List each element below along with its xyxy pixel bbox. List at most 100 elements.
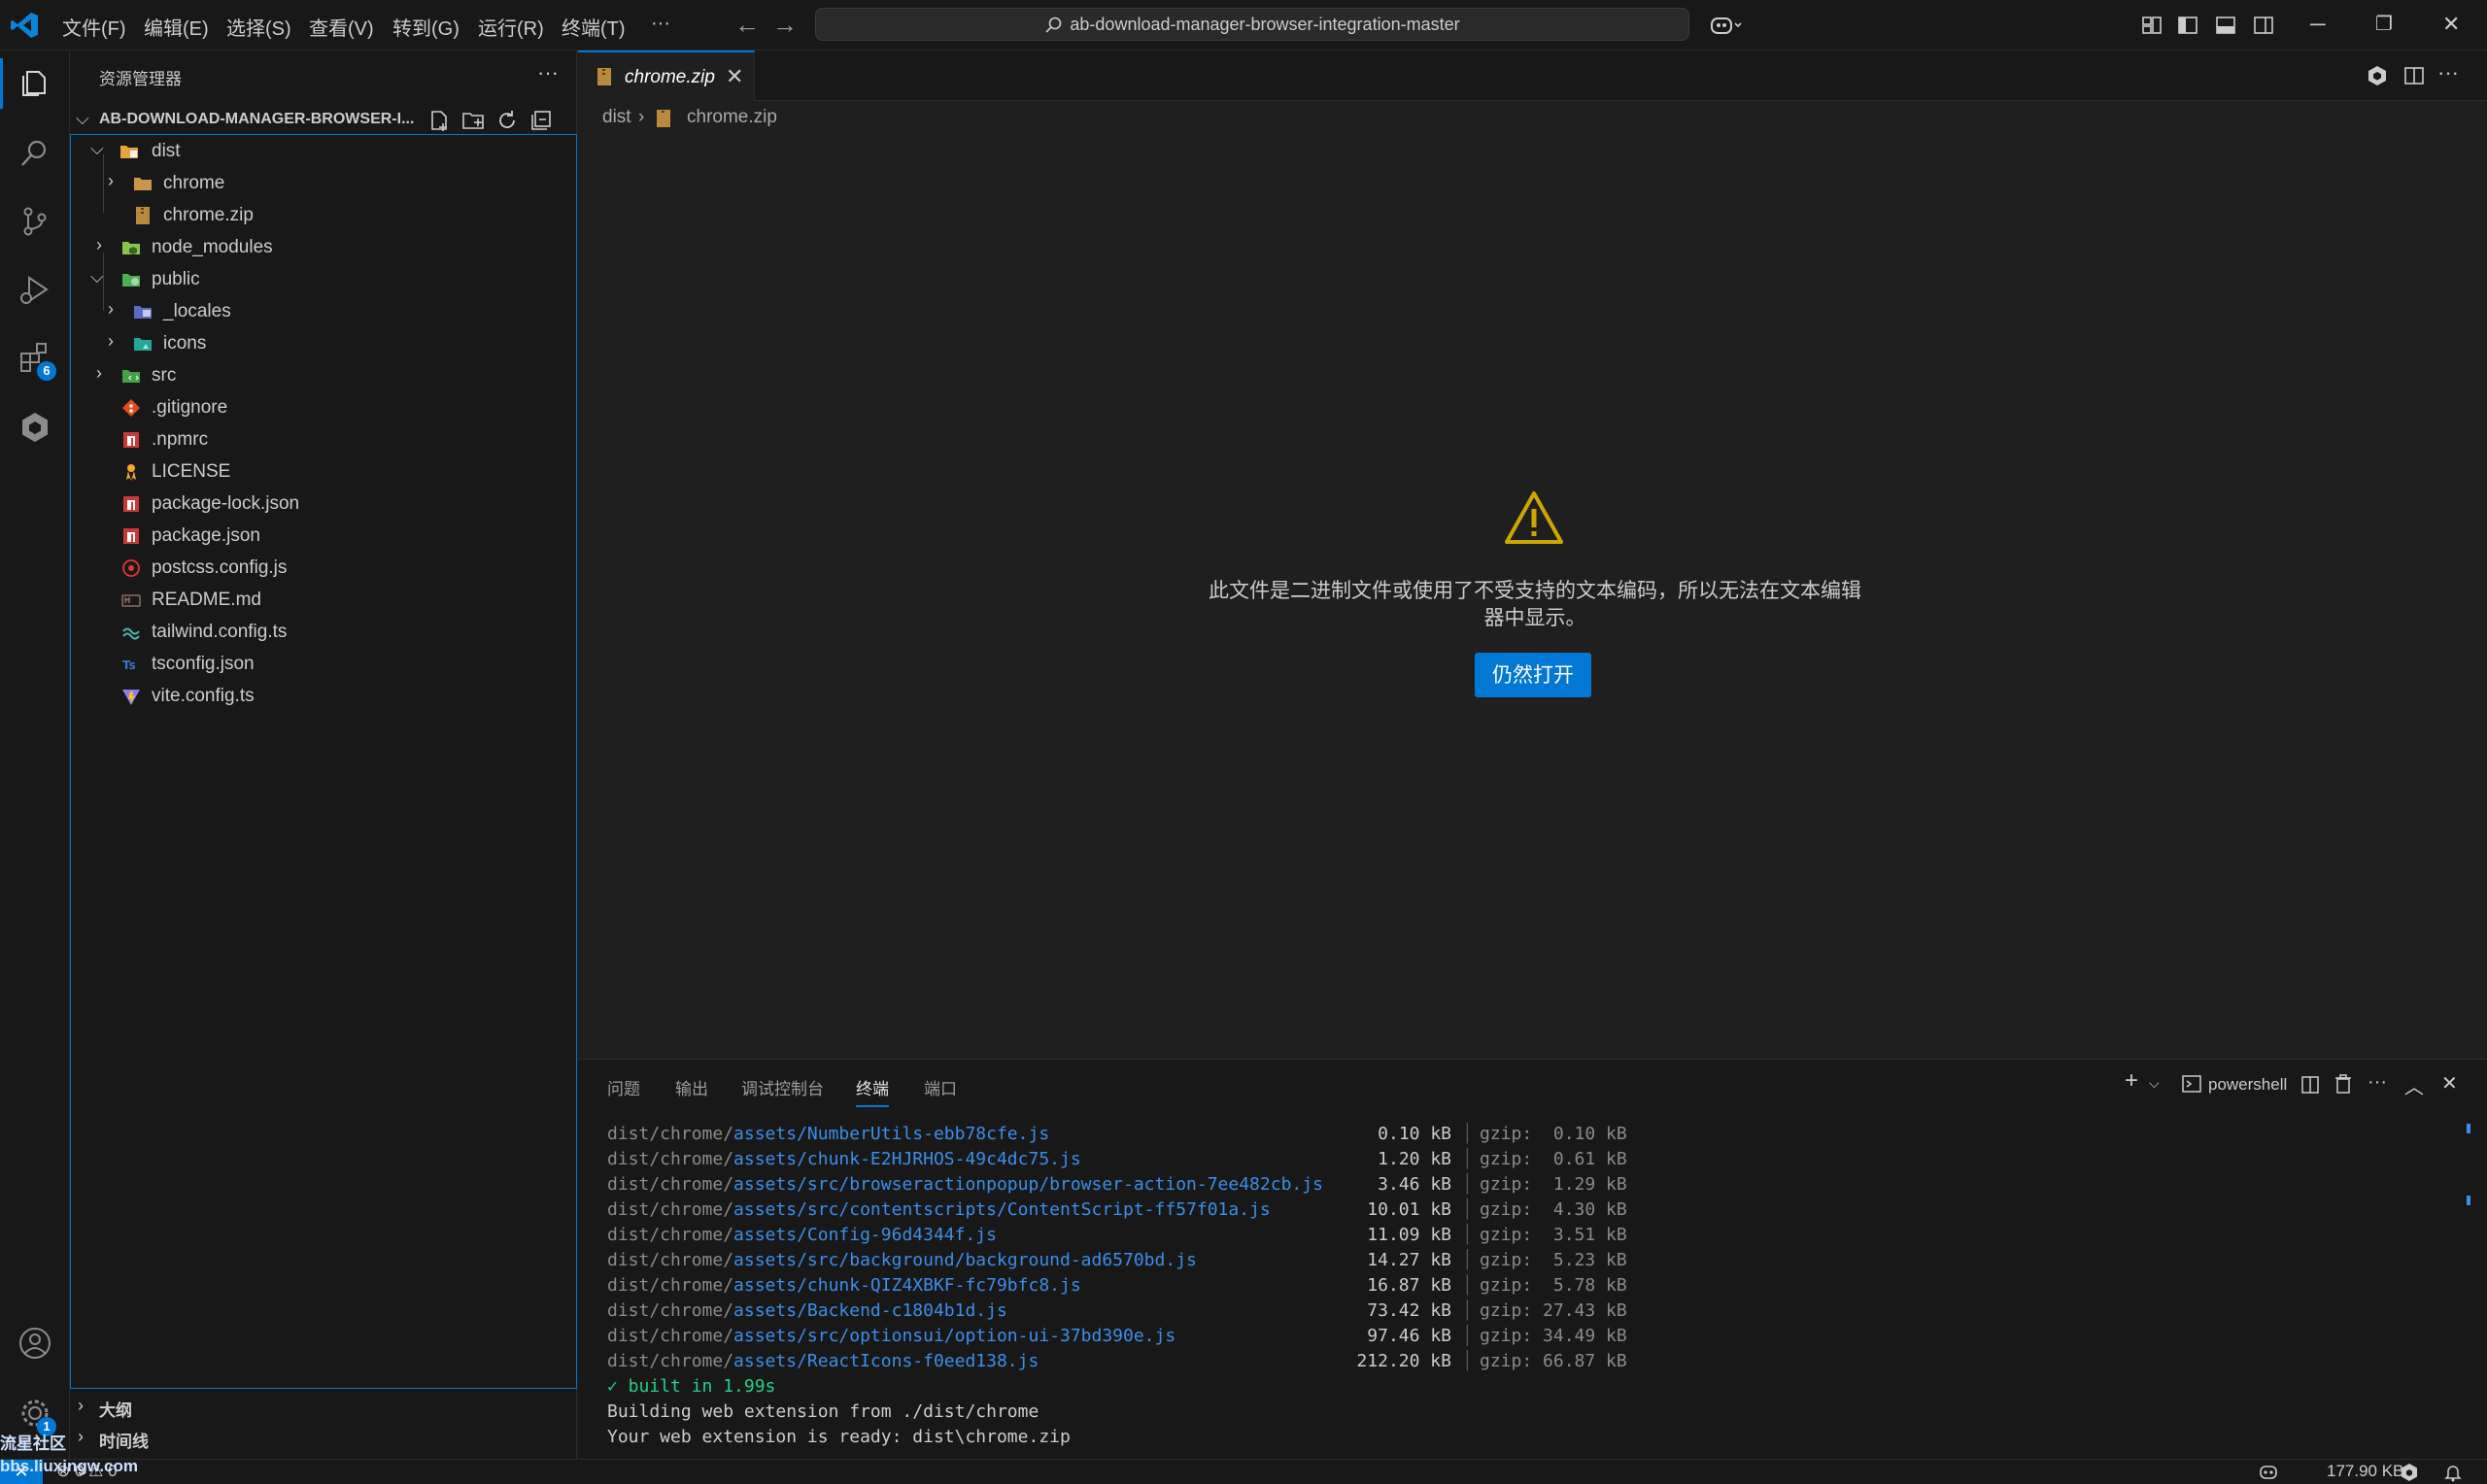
open-anyway-button[interactable]: 仍然打开: [1475, 653, 1591, 697]
copilot-status-icon[interactable]: [2259, 1463, 2278, 1482]
tree-item-label: tsconfig.json: [152, 654, 255, 674]
menu-view[interactable]: 查看(V): [309, 13, 374, 41]
timeline-title: 时间线: [99, 1433, 149, 1451]
forward-arrow-icon[interactable]: →: [772, 10, 798, 40]
toggle-primary-sidebar-icon[interactable]: [2176, 14, 2199, 37]
folder-dist-open-icon: [120, 146, 138, 158]
split-terminal-icon[interactable]: [2300, 1074, 2321, 1096]
tree-item-src[interactable]: › src: [71, 359, 576, 391]
tab-terminal[interactable]: 终端: [856, 1075, 889, 1107]
command-center-search[interactable]: ab-download-manager-browser-integration-…: [815, 8, 1689, 41]
npm-icon: [123, 528, 139, 544]
close-window-icon[interactable]: ✕: [2442, 12, 2460, 37]
remote-hexagon-icon[interactable]: [17, 410, 52, 445]
tree-item-locales[interactable]: › _locales: [71, 295, 576, 327]
explorer-more-icon[interactable]: ···: [537, 60, 559, 85]
tree-item-chrome[interactable]: › chrome: [71, 167, 576, 199]
new-terminal-icon[interactable]: +: [2125, 1067, 2138, 1095]
hexagon-action-icon[interactable]: [2366, 64, 2389, 87]
terminal-shell-name[interactable]: powershell: [2208, 1075, 2287, 1095]
tree-item-node-modules[interactable]: › node_modules: [71, 231, 576, 263]
toggle-panel-icon[interactable]: [2214, 14, 2237, 37]
trash-icon[interactable]: [2333, 1073, 2354, 1095]
svg-text:Ts: Ts: [122, 658, 136, 672]
tree-item-gitignore[interactable]: .gitignore: [71, 391, 576, 423]
outline-section[interactable]: › 大纲: [70, 1391, 577, 1422]
run-debug-icon[interactable]: [17, 272, 52, 307]
watermark-text: 流星社区: [0, 1434, 66, 1453]
copilot-icon[interactable]: [1710, 14, 1743, 37]
back-arrow-icon[interactable]: ←: [734, 10, 760, 40]
npm-icon: [123, 496, 139, 512]
tab-chrome-zip[interactable]: chrome.zip ✕: [578, 51, 755, 101]
chevron-right-icon: ›: [78, 1427, 84, 1446]
customize-layout-icon[interactable]: [2140, 14, 2163, 37]
chevron-down-icon[interactable]: ⌵: [2149, 1075, 2160, 1092]
new-file-icon[interactable]: [427, 109, 451, 132]
collapse-all-icon[interactable]: [529, 109, 553, 132]
tree-item-npmrc[interactable]: .npmrc: [71, 423, 576, 455]
source-control-icon[interactable]: [17, 204, 52, 239]
close-panel-icon[interactable]: ✕: [2441, 1071, 2458, 1096]
editor-area: 此文件是二进制文件或使用了不受支持的文本编码，所以无法在文本编辑器中显示。 仍然…: [578, 136, 2487, 1059]
hexagon-status-icon[interactable]: [2400, 1463, 2419, 1482]
command-center-text: ab-download-manager-browser-integration-…: [1070, 15, 1460, 34]
new-folder-icon[interactable]: [461, 109, 485, 132]
refresh-icon[interactable]: [495, 109, 519, 132]
menu-selection[interactable]: 选择(S): [226, 13, 291, 41]
tree-item-package-json[interactable]: package.json: [71, 520, 576, 552]
title-bar: 文件(F) 编辑(E) 选择(S) 查看(V) 转到(G) 运行(R) 终端(T…: [0, 0, 2487, 51]
menu-run[interactable]: 运行(R): [478, 13, 544, 41]
menu-file[interactable]: 文件(F): [62, 13, 126, 41]
tree-item-tsconfig[interactable]: Ts tsconfig.json: [71, 648, 576, 680]
settings-gear-icon[interactable]: 1: [17, 1396, 56, 1436]
account-icon[interactable]: [17, 1326, 52, 1361]
tree-item-label: node_modules: [152, 237, 273, 257]
timeline-section[interactable]: › 时间线: [70, 1422, 577, 1453]
file-tree: ⌵ dist › chrome chrome.zip › node_module…: [70, 134, 577, 1389]
menu-more[interactable]: ···: [651, 13, 670, 35]
close-tab-icon[interactable]: ✕: [726, 64, 743, 89]
extensions-icon[interactable]: 6: [17, 340, 56, 381]
tree-item-postcss-config[interactable]: postcss.config.js: [71, 552, 576, 584]
tree-item-tailwind-config[interactable]: tailwind.config.ts: [71, 616, 576, 648]
tree-item-label: icons: [163, 333, 207, 354]
tree-item-label: package.json: [152, 525, 260, 546]
folder-public-open-icon: [122, 274, 140, 287]
tree-item-icons[interactable]: › icons: [71, 327, 576, 359]
tree-item-vite-config[interactable]: vite.config.ts: [71, 680, 576, 712]
panel-more-icon[interactable]: ···: [2368, 1071, 2387, 1094]
workspace-root[interactable]: ⌵ AB-DOWNLOAD-MANAGER-BROWSER-I...: [70, 105, 577, 134]
notifications-bell-icon[interactable]: [2443, 1463, 2463, 1482]
extensions-badge: 6: [37, 361, 56, 381]
toggle-secondary-sidebar-icon[interactable]: [2252, 14, 2275, 37]
tree-item-readme[interactable]: README.md: [71, 584, 576, 616]
breadcrumb-dist[interactable]: dist: [602, 107, 631, 128]
tree-item-dist[interactable]: ⌵ dist: [71, 135, 576, 167]
maximize-panel-icon[interactable]: ︿: [2404, 1071, 2424, 1099]
menu-terminal[interactable]: 终端(T): [562, 13, 626, 41]
file-size[interactable]: 177.90 KB: [2327, 1462, 2403, 1481]
tree-item-public[interactable]: ⌵ public: [71, 263, 576, 295]
menu-go[interactable]: 转到(G): [392, 13, 460, 41]
more-actions-icon[interactable]: ···: [2437, 60, 2461, 84]
menu-edit[interactable]: 编辑(E): [144, 13, 209, 41]
chevron-right-icon: ›: [108, 299, 114, 319]
tab-debug-console[interactable]: 调试控制台: [741, 1075, 824, 1099]
tab-ports[interactable]: 端口: [924, 1075, 957, 1099]
tree-item-license[interactable]: LICENSE: [71, 455, 576, 488]
split-editor-icon[interactable]: [2402, 64, 2426, 87]
tree-item-package-lock[interactable]: package-lock.json: [71, 488, 576, 520]
restore-icon[interactable]: ❐: [2375, 12, 2393, 36]
tab-output[interactable]: 输出: [675, 1075, 708, 1099]
explorer-icon[interactable]: [17, 66, 52, 101]
breadcrumb-chrome-zip[interactable]: chrome.zip: [687, 107, 777, 128]
tab-problems[interactable]: 问题: [607, 1075, 640, 1099]
activity-bar: 6 1: [0, 51, 70, 1459]
tree-item-label: public: [152, 269, 200, 289]
tree-item-chrome-zip[interactable]: chrome.zip: [71, 199, 576, 231]
tailwind-icon: [122, 627, 140, 640]
search-icon[interactable]: [17, 136, 52, 171]
explorer-title: 资源管理器: [99, 70, 182, 88]
minimize-icon[interactable]: ─: [2310, 12, 2326, 37]
